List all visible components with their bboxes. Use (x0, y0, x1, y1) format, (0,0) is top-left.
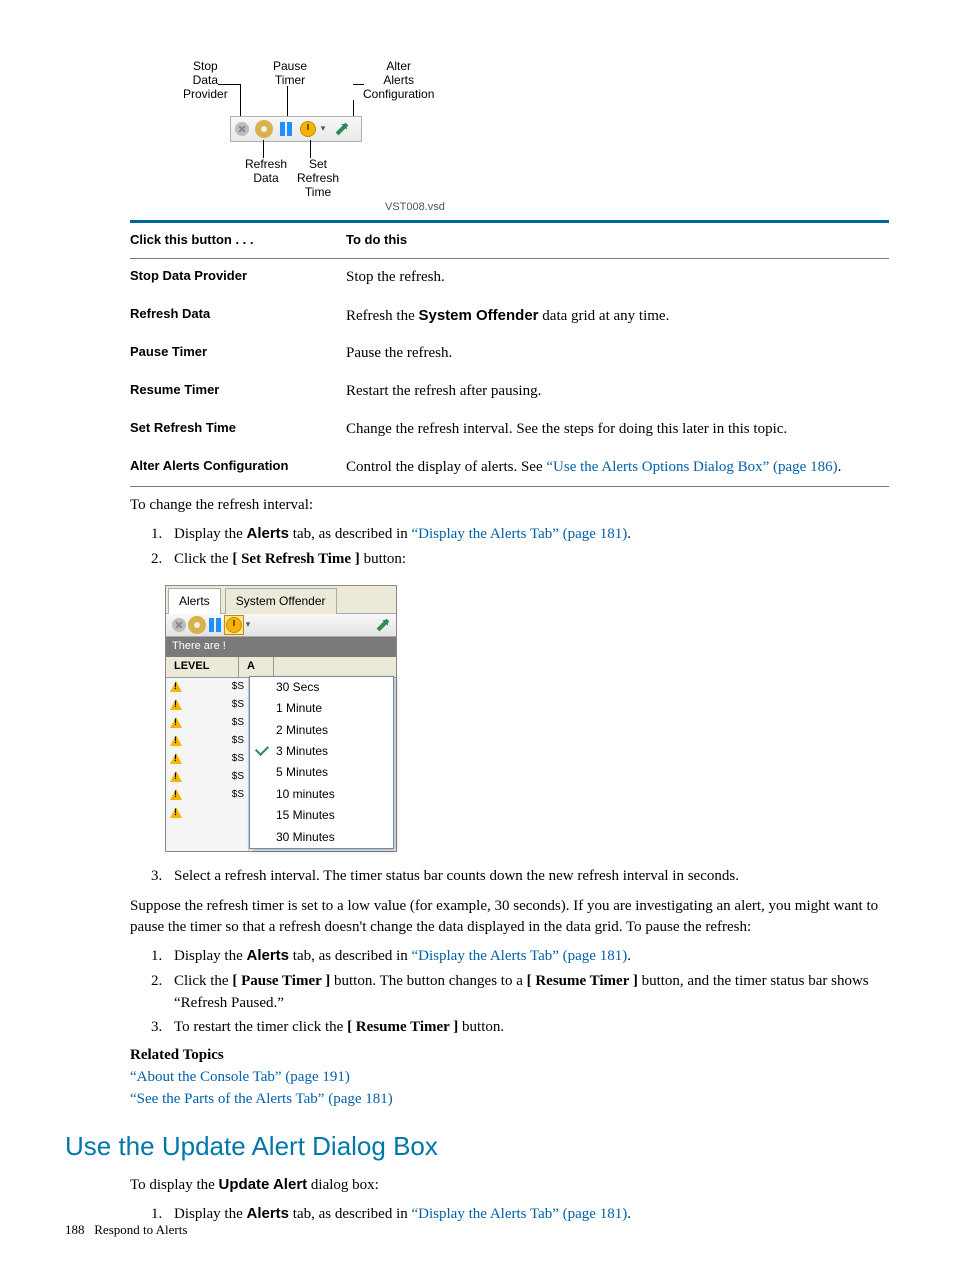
label-stop-data-provider: Stop Data Provider (183, 60, 228, 101)
warning-icon (170, 717, 182, 728)
menu-item-10-minutes[interactable]: 10 minutes (250, 784, 393, 805)
mini-toolbar: ▾ (166, 614, 396, 637)
status-bar: There are ! (166, 637, 396, 657)
refresh-data-button[interactable] (188, 616, 206, 634)
dropdown-arrow-icon[interactable]: ▾ (244, 614, 252, 636)
table-row: Resume TimerRestart the refresh after pa… (130, 373, 889, 411)
pause-bars-icon (209, 618, 221, 632)
pause-bars-icon (280, 122, 292, 136)
clock-icon (226, 617, 242, 633)
stop-data-provider-button[interactable] (231, 118, 253, 140)
label-alter-alerts-config: Alter Alerts Configuration (363, 60, 434, 101)
update-alert-intro: To display the Update Alert dialog box: (130, 1174, 889, 1197)
footer-title: Respond to Alerts (94, 1222, 187, 1237)
display-alerts-tab-link[interactable]: “Display the Alerts Tab” (page 181) (412, 1206, 628, 1222)
gear-icon (257, 122, 271, 136)
alerts-tab-screenshot: Alerts System Offender ▾ There are ! LEV… (165, 585, 397, 852)
tab-alerts[interactable]: Alerts (168, 588, 221, 614)
pencil-icon (336, 123, 349, 136)
menu-item-15-minutes[interactable]: 15 Minutes (250, 805, 393, 826)
page-footer: 188 Respond to Alerts (65, 1221, 187, 1240)
gear-icon (190, 618, 204, 632)
label-refresh-data: Refresh Data (245, 158, 287, 186)
display-alerts-tab-link[interactable]: “Display the Alerts Tab” (page 181) (412, 526, 628, 542)
label-pause-timer: Pause Timer (273, 60, 307, 88)
warning-icon (170, 771, 182, 782)
menu-item-2-minutes[interactable]: 2 Minutes (250, 720, 393, 741)
alter-alerts-config-button[interactable] (374, 616, 392, 634)
alter-alerts-config-button[interactable] (331, 118, 353, 140)
page-number: 188 (65, 1222, 85, 1237)
column-level: LEVEL (166, 657, 239, 677)
change-refresh-steps: Display the Alerts tab, as described in … (130, 523, 889, 571)
display-alerts-tab-link[interactable]: “Display the Alerts Tab” (page 181) (412, 948, 628, 964)
table-row: Refresh DataRefresh the System Offender … (130, 297, 889, 336)
warning-icon (170, 699, 182, 710)
pause-refresh-steps: Display the Alerts tab, as described in … (130, 945, 889, 1039)
set-refresh-time-button[interactable] (224, 615, 244, 635)
intro-change-refresh: To change the refresh interval: (130, 495, 889, 517)
table-header-action: To do this (346, 222, 889, 259)
close-circle-icon (235, 122, 249, 136)
toolbar-figure: Stop Data Provider Pause Timer Alter Ale… (125, 60, 889, 210)
menu-item-1-minute[interactable]: 1 Minute (250, 698, 393, 719)
warning-icon (170, 735, 182, 746)
stop-data-provider-button[interactable] (170, 616, 188, 634)
dropdown-arrow-icon[interactable]: ▾ (319, 118, 327, 140)
pencil-icon (377, 619, 390, 632)
table-row: Set Refresh TimeChange the refresh inter… (130, 411, 889, 449)
warning-icon (170, 807, 182, 818)
table-row: Alter Alerts ConfigurationControl the di… (130, 449, 889, 487)
change-refresh-steps-cont: Select a refresh interval. The timer sta… (130, 866, 889, 888)
menu-item-30-minutes[interactable]: 30 Minutes (250, 827, 393, 848)
label-set-refresh-time: Set Refresh Time (297, 158, 339, 199)
section-heading-update-alert: Use the Update Alert Dialog Box (65, 1128, 889, 1166)
menu-item-30-secs[interactable]: 30 Secs (250, 677, 393, 698)
list-item: Display the Alerts tab, as described in … (166, 945, 889, 968)
list-item: Select a refresh interval. The timer sta… (166, 866, 889, 888)
related-topics-heading: Related Topics (130, 1045, 889, 1067)
warning-icon (170, 789, 182, 800)
tab-system-offender[interactable]: System Offender (225, 588, 337, 614)
list-item: To restart the timer click the [ Resume … (166, 1017, 889, 1039)
alert-rows: $S $S $S $S $S $S $S (166, 678, 249, 851)
refresh-data-button[interactable] (253, 118, 275, 140)
related-link-console-tab[interactable]: “About the Console Tab” (page 191) (130, 1069, 350, 1085)
table-header-button: Click this button . . . (130, 222, 346, 259)
related-link-alerts-parts[interactable]: “See the Parts of the Alerts Tab” (page … (130, 1091, 393, 1107)
list-item: Display the Alerts tab, as described in … (166, 1203, 889, 1226)
column-a: A (239, 657, 274, 677)
clock-icon (300, 121, 316, 137)
display-update-alert-steps: Display the Alerts tab, as described in … (130, 1203, 889, 1226)
button-reference-table: Click this button . . . To do this Stop … (130, 220, 889, 487)
alerts-options-link[interactable]: “Use the Alerts Options Dialog Box” (pag… (546, 459, 837, 475)
pause-intro-paragraph: Suppose the refresh timer is set to a lo… (130, 896, 889, 940)
figure-caption: VST008.vsd (385, 200, 445, 216)
pause-timer-button[interactable] (275, 118, 297, 140)
table-row: Pause TimerPause the refresh. (130, 335, 889, 373)
menu-item-3-minutes[interactable]: 3 Minutes (250, 741, 393, 762)
set-refresh-time-button[interactable] (297, 118, 319, 140)
pause-timer-button[interactable] (206, 616, 224, 634)
menu-item-5-minutes[interactable]: 5 Minutes (250, 762, 393, 783)
list-item: Click the [ Pause Timer ] button. The bu… (166, 971, 889, 1015)
close-circle-icon (172, 618, 186, 632)
warning-icon (170, 753, 182, 764)
toolbar: ▾ (230, 116, 362, 142)
table-row: Stop Data ProviderStop the refresh. (130, 258, 889, 296)
list-item: Display the Alerts tab, as described in … (166, 523, 889, 546)
refresh-interval-menu: 30 Secs 1 Minute 2 Minutes 3 Minutes 5 M… (249, 676, 394, 849)
list-item: Click the [ Set Refresh Time ] button: (166, 549, 889, 571)
warning-icon (170, 681, 182, 692)
